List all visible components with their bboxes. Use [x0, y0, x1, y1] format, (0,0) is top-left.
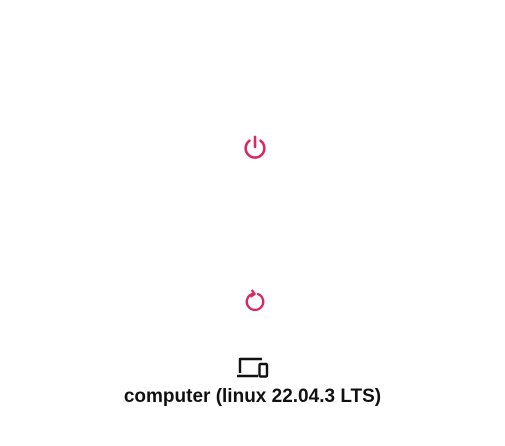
restart-icon: [242, 288, 268, 314]
devices-icon: [236, 356, 270, 380]
power-panel: computer (linux 22.04.3 LTS): [0, 0, 505, 446]
power-button[interactable]: [238, 131, 272, 165]
restart-button[interactable]: [238, 284, 272, 318]
power-icon: [241, 134, 269, 162]
device-info: computer (linux 22.04.3 LTS): [0, 356, 505, 408]
device-label: computer (linux 22.04.3 LTS): [123, 386, 382, 407]
